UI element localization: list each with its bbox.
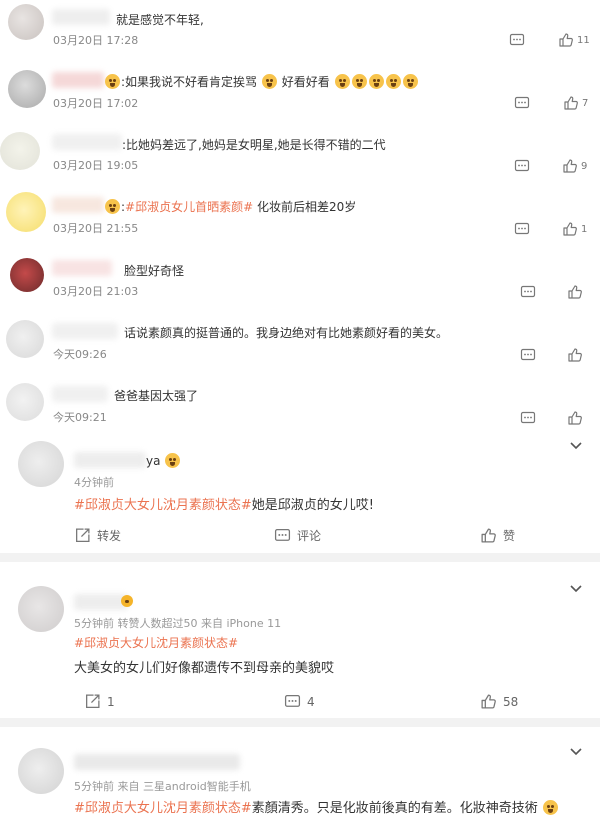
post-meta: 4分钟前 [74,476,114,489]
post-body: #邱淑贞大女儿沈月素颜状态#她是邱淑贞的女儿哎! [74,498,375,513]
comment-icon[interactable] [520,284,536,300]
comment-icon[interactable] [514,221,530,237]
thumbs-up-icon[interactable] [562,158,578,174]
comment-time: 03月20日 19:05 [53,159,139,172]
repost-button[interactable]: 1 [84,693,115,710]
emoji-icon [165,453,181,468]
avatar[interactable] [6,192,46,232]
chevron-down-icon[interactable] [569,581,583,595]
comment-text: 脸型好奇怪 [124,264,185,278]
post-meta: 5分钟前 转赞人数超过50 来自 iPhone 11 [74,617,282,630]
username-blurred[interactable] [52,134,122,150]
comment-icon [274,527,291,544]
avatar[interactable] [18,441,64,487]
avatar[interactable] [0,132,40,170]
chevron-down-icon[interactable] [569,438,583,452]
username-blurred[interactable] [52,72,104,88]
thumbs-up-icon[interactable] [558,32,574,48]
chevron-down-icon[interactable] [569,744,583,758]
thumbs-up-icon [480,527,497,544]
comment-time: 今天09:26 [53,348,107,361]
emoji-icon [402,74,418,89]
emoji-icon [542,800,558,815]
username-blurred[interactable] [52,197,104,213]
topic-link[interactable]: #邱淑贞女儿首晒素颜# [125,200,253,214]
comment-icon[interactable] [520,347,536,363]
emoji-icon [385,74,401,89]
like-count: 9 [581,161,588,172]
avatar[interactable] [6,320,44,358]
repost-icon [84,693,101,710]
divider [0,718,600,727]
comment-text: 就是感觉不年轻, [116,13,204,27]
emoji-icon [334,74,350,89]
repost-icon [74,527,91,544]
comment-icon[interactable] [514,158,530,174]
comment-time: 03月20日 17:02 [53,97,139,110]
topic-link[interactable]: #邱淑贞大女儿沈月素颜状态# [74,634,238,651]
avatar[interactable] [8,70,46,108]
avatar[interactable] [6,383,44,421]
avatar[interactable] [10,258,44,292]
comment-icon[interactable] [520,410,536,426]
comment-time: 今天09:21 [53,411,107,424]
comment-time: 03月20日 17:28 [53,34,139,47]
username-blurred[interactable] [74,452,146,468]
post-body: #邱淑贞大女儿沈月素颜状态#素顏清秀。只是化妝前後真的有差。化妝神奇技術 [74,797,559,816]
comment-text: 话说素颜真的挺普通的。我身边绝对有比她素颜好看的美女。 [124,326,449,340]
avatar[interactable] [18,586,64,632]
emoji-icon [105,74,120,89]
thumbs-up-icon[interactable] [567,410,583,426]
comment-icon [284,693,301,710]
username-blurred[interactable] [74,754,240,770]
repost-button[interactable]: 转发 [74,527,121,544]
like-button[interactable]: 赞 [480,527,515,544]
username-suffix[interactable]: ya [146,453,181,468]
comment-text: 爸爸基因太强了 [114,389,199,403]
like-button[interactable]: 58 [480,693,518,710]
post-body: 大美女的女儿们好像都遗传不到母亲的美貌哎 [74,661,335,676]
emoji-icon [368,74,384,89]
avatar[interactable] [8,4,44,40]
thumbs-up-icon[interactable] [567,284,583,300]
thumbs-up-icon[interactable] [562,221,578,237]
username-blurred[interactable] [52,260,112,276]
emoji-icon [351,74,367,89]
username-blurred[interactable] [74,594,128,610]
comment-icon[interactable] [509,32,525,48]
username-blurred[interactable] [52,323,118,339]
divider [0,553,600,562]
comment-text: :比她妈差远了,她妈是女明星,她是长得不错的二代 [122,138,386,152]
thumbs-up-icon[interactable] [567,347,583,363]
thumbs-up-icon [480,693,497,710]
emoji-icon [105,199,120,214]
post-meta: 5分钟前 来自 三星android智能手机 [74,780,251,793]
emoji-icon [261,74,277,89]
like-count: 1 [581,224,588,235]
avatar[interactable] [18,748,64,794]
comment-text: :如果我说不好看肯定挨骂 好看好看 [104,73,419,90]
topic-link[interactable]: #邱淑贞大女儿沈月素颜状态# [74,498,252,513]
username-blurred[interactable] [52,386,108,402]
comment-button[interactable]: 评论 [274,527,321,544]
badge-icon [121,595,133,607]
like-count: 7 [582,98,589,109]
username-blurred[interactable] [52,9,110,25]
like-count: 11 [577,35,590,46]
comment-text: :#邱淑贞女儿首晒素颜# 化妆前后相差20岁 [104,198,356,215]
comment-button[interactable]: 4 [284,693,315,710]
comment-time: 03月20日 21:55 [53,222,139,235]
topic-link[interactable]: #邱淑贞大女儿沈月素颜状态# [74,801,252,816]
comment-icon[interactable] [514,95,530,111]
thumbs-up-icon[interactable] [563,95,579,111]
comment-time: 03月20日 21:03 [53,285,139,298]
